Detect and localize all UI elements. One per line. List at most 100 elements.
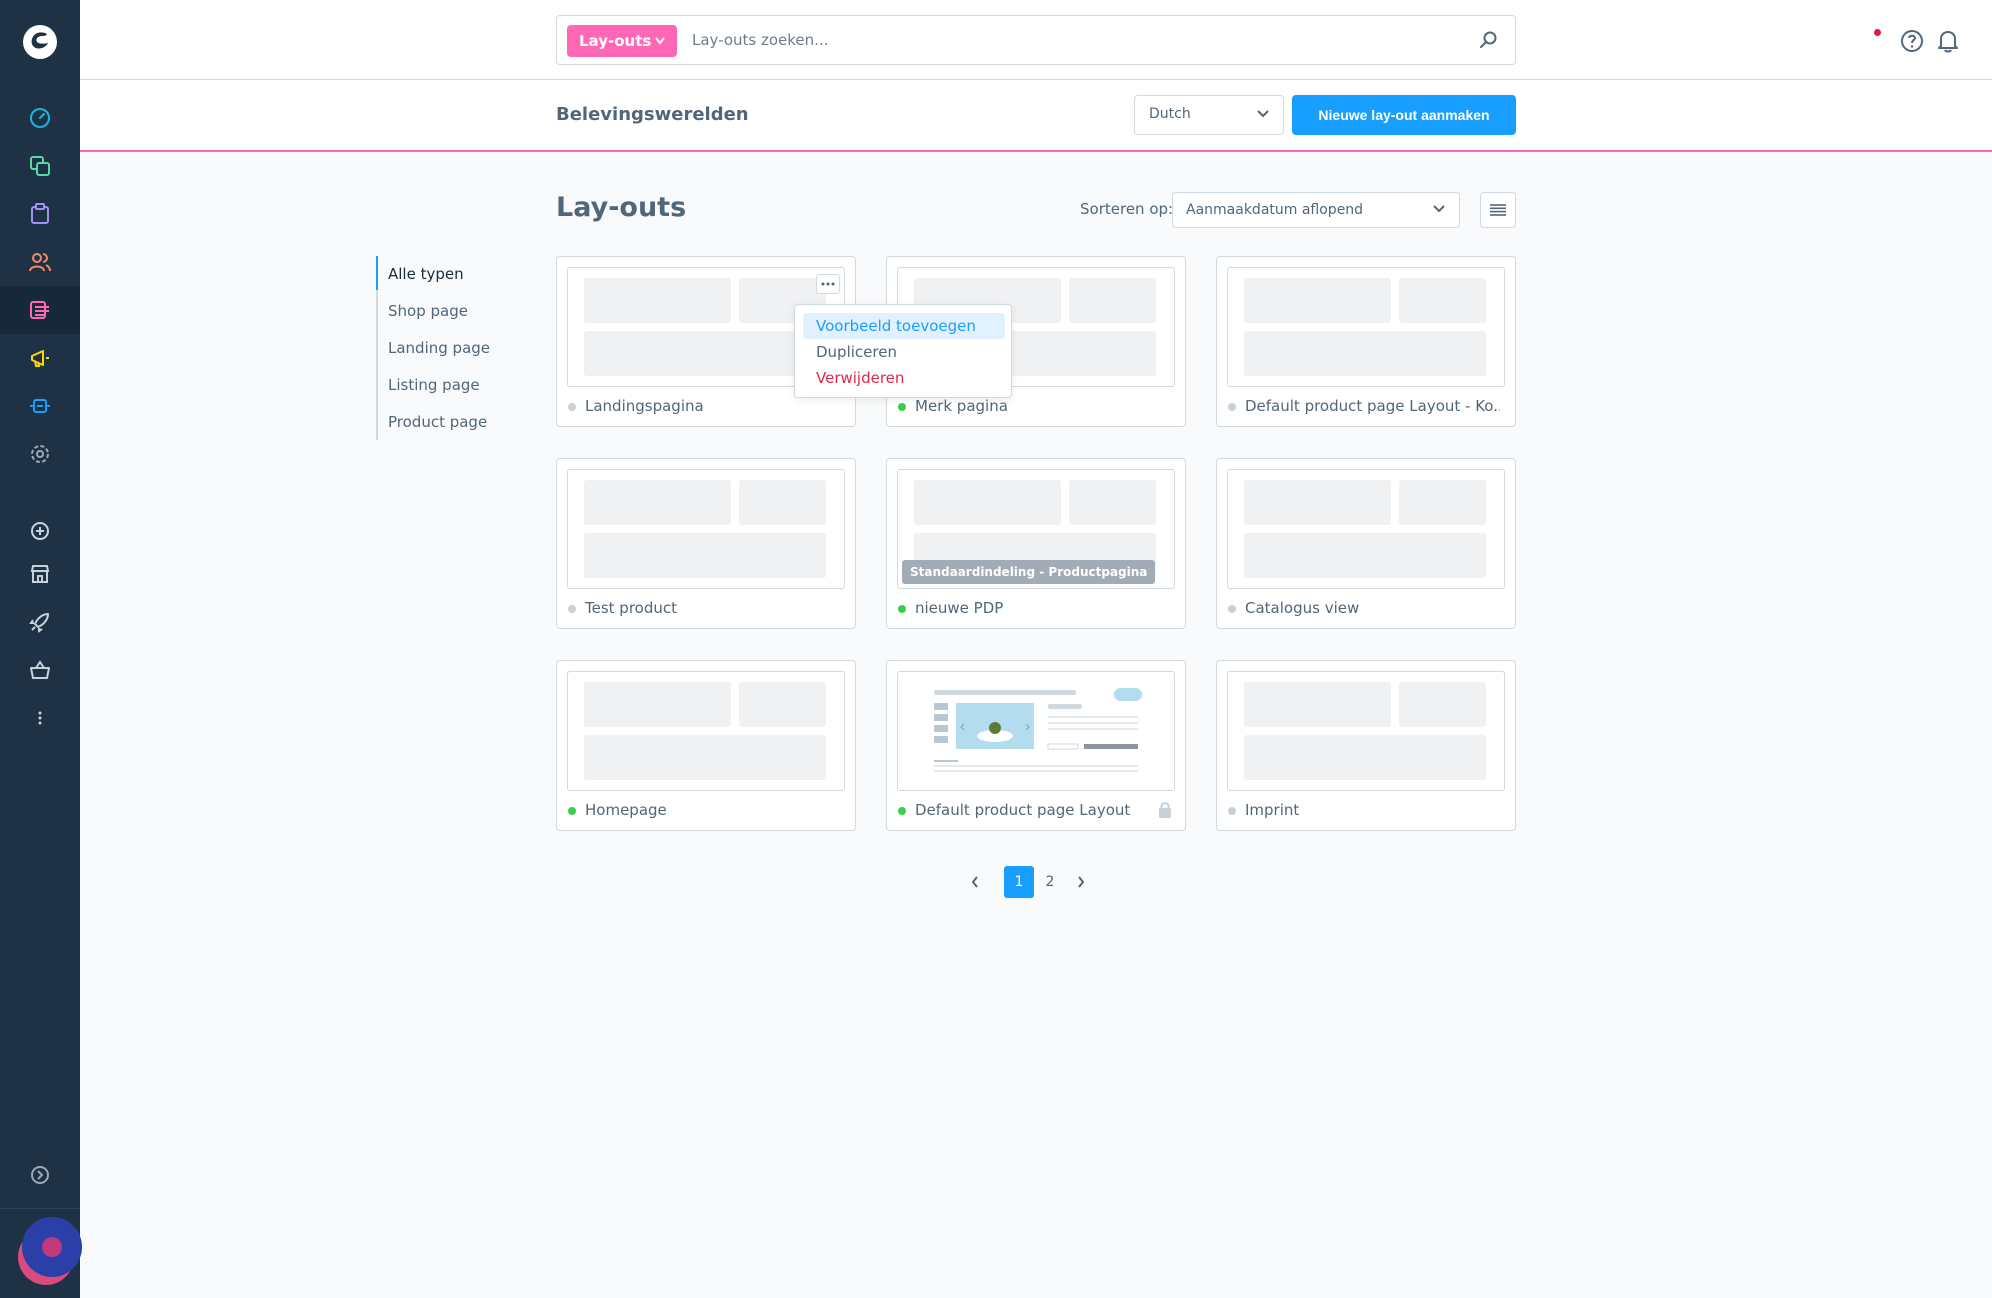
layout-preview: [1227, 671, 1505, 791]
chevron-left-icon: [971, 876, 978, 888]
sidebar-item-store[interactable]: [0, 550, 80, 598]
sidebar-divider: [0, 1208, 80, 1209]
more-vertical-icon: [38, 711, 42, 725]
layout-preview: [567, 671, 845, 791]
layout-preview: [897, 671, 1175, 791]
sidebar-item-dashboard[interactable]: [0, 94, 80, 142]
layout-name: nieuwe PDP: [915, 599, 1004, 617]
layout-preview: [567, 469, 845, 589]
list-icon: [1490, 204, 1506, 216]
layout-preview: [1227, 267, 1505, 387]
type-filter-all[interactable]: Alle typen: [388, 265, 464, 283]
status-dot: [1228, 807, 1236, 815]
top-header: Lay-outs: [80, 0, 1992, 80]
lock-icon: [1159, 802, 1171, 818]
status-dot: [568, 605, 576, 613]
layout-card[interactable]: Test product: [556, 458, 856, 629]
extensions-icon: [30, 399, 50, 413]
megaphone-icon: [31, 350, 49, 367]
sidebar-collapse-button[interactable]: [0, 1151, 80, 1199]
menu-item-delete[interactable]: Verwijderen: [803, 365, 1005, 391]
sidebar-item-customers[interactable]: [0, 238, 80, 286]
help-icon[interactable]: [1900, 29, 1924, 53]
pagination-prev-button[interactable]: [960, 866, 990, 898]
search-input[interactable]: [692, 16, 1452, 64]
search-icon[interactable]: [1479, 30, 1499, 50]
sort-value: Aanmaakdatum aflopend: [1186, 202, 1364, 218]
chevron-right-icon: [1078, 876, 1085, 888]
product-page-preview-image: [934, 688, 1142, 772]
pagination-next-button[interactable]: [1066, 866, 1096, 898]
default-layout-badge: Standaardindeling - Productpagina: [902, 560, 1156, 584]
type-filter-shop[interactable]: Shop page: [388, 302, 468, 320]
create-layout-button[interactable]: Nieuwe lay-out aanmaken: [1292, 95, 1516, 135]
status-dot: [898, 403, 906, 411]
type-filter-listing[interactable]: Listing page: [388, 376, 480, 394]
card-context-menu: Voorbeeld toevoegen Dupliceren Verwijder…: [794, 304, 1012, 398]
main-sidebar: [0, 0, 82, 1298]
layout-name: Merk pagina: [915, 397, 1008, 415]
gear-icon: [31, 445, 49, 463]
layout-name: Landingspagina: [585, 397, 704, 415]
layout-card[interactable]: Default product page Layout: [886, 660, 1186, 831]
content-icon: [30, 301, 49, 319]
avatar-dot: [42, 1237, 62, 1257]
layout-name: Default product page Layout - Ko...: [1245, 397, 1500, 415]
card-more-actions-button[interactable]: [816, 274, 840, 294]
menu-item-duplicate[interactable]: Dupliceren: [803, 339, 1005, 365]
list-view-button[interactable]: [1480, 192, 1516, 228]
layout-card[interactable]: Standaardindeling - Productpagina nieuwe…: [886, 458, 1186, 629]
basket-icon: [30, 660, 50, 679]
layout-name: Imprint: [1245, 801, 1300, 819]
status-dot: [1228, 605, 1236, 613]
sort-select[interactable]: Aanmaakdatum aflopend: [1172, 192, 1460, 228]
shopware-logo-icon[interactable]: [20, 22, 60, 62]
layout-preview: [1227, 469, 1505, 589]
sort-label: Sorteren op:: [1080, 200, 1174, 218]
plus-circle-icon: [31, 522, 49, 540]
sidebar-item-marketing[interactable]: [0, 334, 80, 382]
sidebar-item-launch[interactable]: [0, 598, 80, 646]
menu-item-add-preview[interactable]: Voorbeeld toevoegen: [803, 313, 1005, 339]
status-dot: [1228, 403, 1236, 411]
pagination-page[interactable]: 2: [1035, 866, 1065, 898]
catalogue-icon: [30, 156, 50, 176]
bell-icon[interactable]: [1936, 28, 1960, 54]
chevron-down-icon: [1433, 205, 1445, 213]
sidebar-item-more[interactable]: [0, 694, 80, 742]
sidebar-item-catalogues[interactable]: [0, 142, 80, 190]
chevron-down-icon: [655, 37, 665, 45]
search-scope-label: Lay-outs: [579, 32, 652, 50]
page-title: Belevingswerelden: [556, 104, 749, 125]
layout-card[interactable]: Default product page Layout - Ko...: [1216, 256, 1516, 427]
sidebar-item-content[interactable]: [0, 286, 80, 334]
layout-card[interactable]: Catalogus view: [1216, 458, 1516, 629]
layout-card[interactable]: Homepage: [556, 660, 856, 831]
active-indicator: [376, 256, 378, 290]
sidebar-item-orders[interactable]: [0, 190, 80, 238]
rocket-icon: [29, 613, 49, 633]
orders-icon: [31, 203, 49, 224]
status-dot: [568, 807, 576, 815]
sidebar-item-settings[interactable]: [0, 430, 80, 478]
sidebar-item-basket[interactable]: [0, 646, 80, 694]
language-value: Dutch: [1149, 106, 1191, 122]
pagination: 1 2: [960, 866, 1100, 898]
language-select[interactable]: Dutch: [1134, 95, 1284, 135]
user-avatar[interactable]: [22, 1217, 82, 1277]
layout-type-filter: Alle typen Shop page Landing page Listin…: [376, 256, 506, 440]
dashboard-icon: [30, 108, 50, 128]
more-horizontal-icon: [821, 282, 835, 286]
status-dot: [898, 605, 906, 613]
sidebar-item-extensions[interactable]: [0, 382, 80, 430]
layout-preview: Standaardindeling - Productpagina: [897, 469, 1175, 589]
chevron-right-circle-icon: [31, 1166, 49, 1184]
layout-name: Catalogus view: [1245, 599, 1360, 617]
sidebar-item-add[interactable]: [0, 507, 80, 555]
search-scope-chip[interactable]: Lay-outs: [567, 25, 677, 57]
status-dot: [898, 807, 906, 815]
pagination-page[interactable]: 1: [1004, 866, 1034, 898]
type-filter-landing[interactable]: Landing page: [388, 339, 490, 357]
type-filter-product[interactable]: Product page: [388, 413, 487, 431]
layout-card[interactable]: Imprint: [1216, 660, 1516, 831]
